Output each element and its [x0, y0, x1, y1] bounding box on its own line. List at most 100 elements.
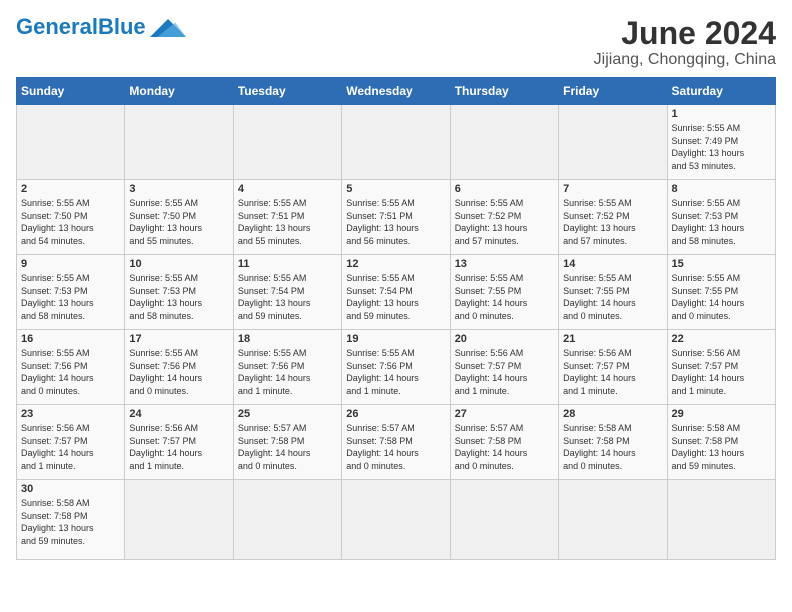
- weekday-header-wednesday: Wednesday: [342, 78, 450, 105]
- calendar-cell: 14Sunrise: 5:55 AM Sunset: 7:55 PM Dayli…: [559, 255, 667, 330]
- day-info: Sunrise: 5:55 AM Sunset: 7:54 PM Dayligh…: [238, 272, 337, 322]
- day-info: Sunrise: 5:55 AM Sunset: 7:53 PM Dayligh…: [129, 272, 228, 322]
- calendar-cell: 10 Sunrise: 5:55 AM Sunset: 7:53 PM Dayli…: [125, 255, 233, 330]
- calendar-cell: 28 Sunrise: 5:58 AM Sunset: 7:58 PM Dayli…: [559, 405, 667, 480]
- calendar-cell: 25 Sunrise: 5:57 AM Sunset: 7:58 PM Dayli…: [233, 405, 341, 480]
- calendar-cell: 9Sunrise: 5:55 AM Sunset: 7:53 PM Daylig…: [17, 255, 125, 330]
- day-info: Sunrise: 5:56 AM Sunset: 7:57 PM Dayligh…: [21, 422, 120, 472]
- day-number: 20: [455, 333, 554, 345]
- day-info: Sunrise: 5:55 AM Sunset: 7:51 PM Dayligh…: [238, 197, 337, 247]
- calendar-cell: 23 Sunrise: 5:56 AM Sunset: 7:57 PM Dayli…: [17, 405, 125, 480]
- calendar-cell: 5 Sunrise: 5:55 AM Sunset: 7:51 PM Daylig…: [342, 180, 450, 255]
- day-number: 16: [21, 333, 120, 345]
- day-number: 17: [129, 333, 228, 345]
- calendar-cell: [450, 105, 558, 180]
- calendar-cell: 3Sunrise: 5:55 AM Sunset: 7:50 PM Daylig…: [125, 180, 233, 255]
- weekday-row: SundayMondayTuesdayWednesdayThursdayFrid…: [17, 78, 776, 105]
- day-info: Sunrise: 5:55 AM Sunset: 7:56 PM Dayligh…: [129, 347, 228, 397]
- day-number: 2: [21, 183, 120, 195]
- day-info: Sunrise: 5:55 AM Sunset: 7:54 PM Dayligh…: [346, 272, 445, 322]
- day-info: Sunrise: 5:55 AM Sunset: 7:56 PM Dayligh…: [346, 347, 445, 397]
- calendar-week-3: 9 Sunrise: 5:55 AM Sunset: 7:53 PM Daylig…: [17, 255, 776, 330]
- day-info: Sunrise: 5:55 AM Sunset: 7:51 PM Dayligh…: [346, 197, 445, 247]
- calendar-cell: [342, 105, 450, 180]
- day-info: Sunrise: 5:56 AM Sunset: 7:57 PM Dayligh…: [563, 347, 662, 397]
- calendar-cell: 24 Sunrise: 5:56 AM Sunset: 7:57 PM Dayli…: [125, 405, 233, 480]
- calendar-cell: 6 Sunrise: 5:55 AM Sunset: 7:52 PM Daylig…: [450, 180, 558, 255]
- calendar-week-2: 2 Sunrise: 5:55 AM Sunset: 7:50 PM Daylig…: [17, 180, 776, 255]
- day-info: Sunrise: 5:55 AM Sunset: 7:55 PM Dayligh…: [672, 272, 771, 322]
- day-number: 29: [672, 408, 771, 420]
- calendar-header: SundayMondayTuesdayWednesdayThursdayFrid…: [17, 78, 776, 105]
- day-number: 30: [21, 483, 120, 495]
- calendar-cell: [342, 480, 450, 560]
- day-info: Sunrise: 5:58 AM Sunset: 7:58 PM Dayligh…: [21, 497, 120, 547]
- day-info: Sunrise: 5:55 AM Sunset: 7:56 PM Dayligh…: [238, 347, 337, 397]
- day-info: Sunrise: 5:55 AM Sunset: 7:52 PM Dayligh…: [563, 197, 662, 247]
- calendar-week-1: 1 Sunrise: 5:55 AM Sunset: 7:49 PM Daylig…: [17, 105, 776, 180]
- calendar-cell: 30 Sunrise: 5:58 AM Sunset: 7:58 PM Dayli…: [17, 480, 125, 560]
- calendar-cell: 29 Sunrise: 5:58 AM Sunset: 7:58 PM Dayli…: [667, 405, 775, 480]
- day-info: Sunrise: 5:55 AM Sunset: 7:52 PM Dayligh…: [455, 197, 554, 247]
- day-number: 9: [21, 258, 120, 270]
- calendar-cell: 15 Sunrise: 5:55 AM Sunset: 7:55 PM Dayli…: [667, 255, 775, 330]
- day-number: 5: [346, 183, 445, 195]
- location-title: Jijiang, Chongqing, China: [594, 51, 776, 69]
- calendar-cell: [559, 480, 667, 560]
- logo-blue: Blue: [98, 14, 146, 39]
- calendar-cell: 2 Sunrise: 5:55 AM Sunset: 7:50 PM Daylig…: [17, 180, 125, 255]
- calendar-cell: [125, 480, 233, 560]
- weekday-header-thursday: Thursday: [450, 78, 558, 105]
- day-number: 1: [672, 108, 771, 120]
- calendar-week-6: 30 Sunrise: 5:58 AM Sunset: 7:58 PM Dayli…: [17, 480, 776, 560]
- calendar-week-4: 16 Sunrise: 5:55 AM Sunset: 7:56 PM Dayli…: [17, 330, 776, 405]
- calendar-cell: [125, 105, 233, 180]
- day-number: 25: [238, 408, 337, 420]
- day-info: Sunrise: 5:55 AM Sunset: 7:49 PM Dayligh…: [672, 122, 771, 172]
- day-number: 19: [346, 333, 445, 345]
- day-info: Sunrise: 5:55 AM Sunset: 7:53 PM Dayligh…: [672, 197, 771, 247]
- day-number: 8: [672, 183, 771, 195]
- calendar-cell: 13Sunrise: 5:55 AM Sunset: 7:55 PM Dayli…: [450, 255, 558, 330]
- calendar-cell: 20Sunrise: 5:56 AM Sunset: 7:57 PM Dayli…: [450, 330, 558, 405]
- calendar-cell: 18 Sunrise: 5:55 AM Sunset: 7:56 PM Dayli…: [233, 330, 341, 405]
- calendar-cell: [450, 480, 558, 560]
- day-number: 6: [455, 183, 554, 195]
- calendar-cell: 19 Sunrise: 5:55 AM Sunset: 7:56 PM Dayli…: [342, 330, 450, 405]
- day-info: Sunrise: 5:58 AM Sunset: 7:58 PM Dayligh…: [563, 422, 662, 472]
- day-number: 15: [672, 258, 771, 270]
- calendar-table: SundayMondayTuesdayWednesdayThursdayFrid…: [16, 77, 776, 560]
- calendar-cell: 27 Sunrise: 5:57 AM Sunset: 7:58 PM Dayli…: [450, 405, 558, 480]
- day-number: 22: [672, 333, 771, 345]
- weekday-header-monday: Monday: [125, 78, 233, 105]
- calendar-cell: [667, 480, 775, 560]
- day-number: 24: [129, 408, 228, 420]
- day-number: 13: [455, 258, 554, 270]
- calendar-cell: 21 Sunrise: 5:56 AM Sunset: 7:57 PM Dayli…: [559, 330, 667, 405]
- day-info: Sunrise: 5:55 AM Sunset: 7:50 PM Dayligh…: [129, 197, 228, 247]
- title-area: June 2024 Jijiang, Chongqing, China: [594, 16, 776, 69]
- calendar-cell: 1 Sunrise: 5:55 AM Sunset: 7:49 PM Daylig…: [667, 105, 775, 180]
- calendar-cell: 22Sunrise: 5:56 AM Sunset: 7:57 PM Dayli…: [667, 330, 775, 405]
- weekday-header-tuesday: Tuesday: [233, 78, 341, 105]
- calendar-body: 1 Sunrise: 5:55 AM Sunset: 7:49 PM Daylig…: [17, 105, 776, 560]
- calendar-cell: [17, 105, 125, 180]
- calendar-cell: 16 Sunrise: 5:55 AM Sunset: 7:56 PM Dayli…: [17, 330, 125, 405]
- day-info: Sunrise: 5:55 AM Sunset: 7:50 PM Dayligh…: [21, 197, 120, 247]
- day-number: 28: [563, 408, 662, 420]
- day-number: 23: [21, 408, 120, 420]
- day-info: Sunrise: 5:56 AM Sunset: 7:57 PM Dayligh…: [129, 422, 228, 472]
- weekday-header-saturday: Saturday: [667, 78, 775, 105]
- day-number: 27: [455, 408, 554, 420]
- day-number: 14: [563, 258, 662, 270]
- weekday-header-sunday: Sunday: [17, 78, 125, 105]
- day-info: Sunrise: 5:55 AM Sunset: 7:56 PM Dayligh…: [21, 347, 120, 397]
- day-info: Sunrise: 5:58 AM Sunset: 7:58 PM Dayligh…: [672, 422, 771, 472]
- day-info: Sunrise: 5:57 AM Sunset: 7:58 PM Dayligh…: [455, 422, 554, 472]
- day-number: 10: [129, 258, 228, 270]
- day-info: Sunrise: 5:57 AM Sunset: 7:58 PM Dayligh…: [238, 422, 337, 472]
- day-number: 21: [563, 333, 662, 345]
- day-number: 18: [238, 333, 337, 345]
- calendar-cell: 8 Sunrise: 5:55 AM Sunset: 7:53 PM Daylig…: [667, 180, 775, 255]
- day-number: 7: [563, 183, 662, 195]
